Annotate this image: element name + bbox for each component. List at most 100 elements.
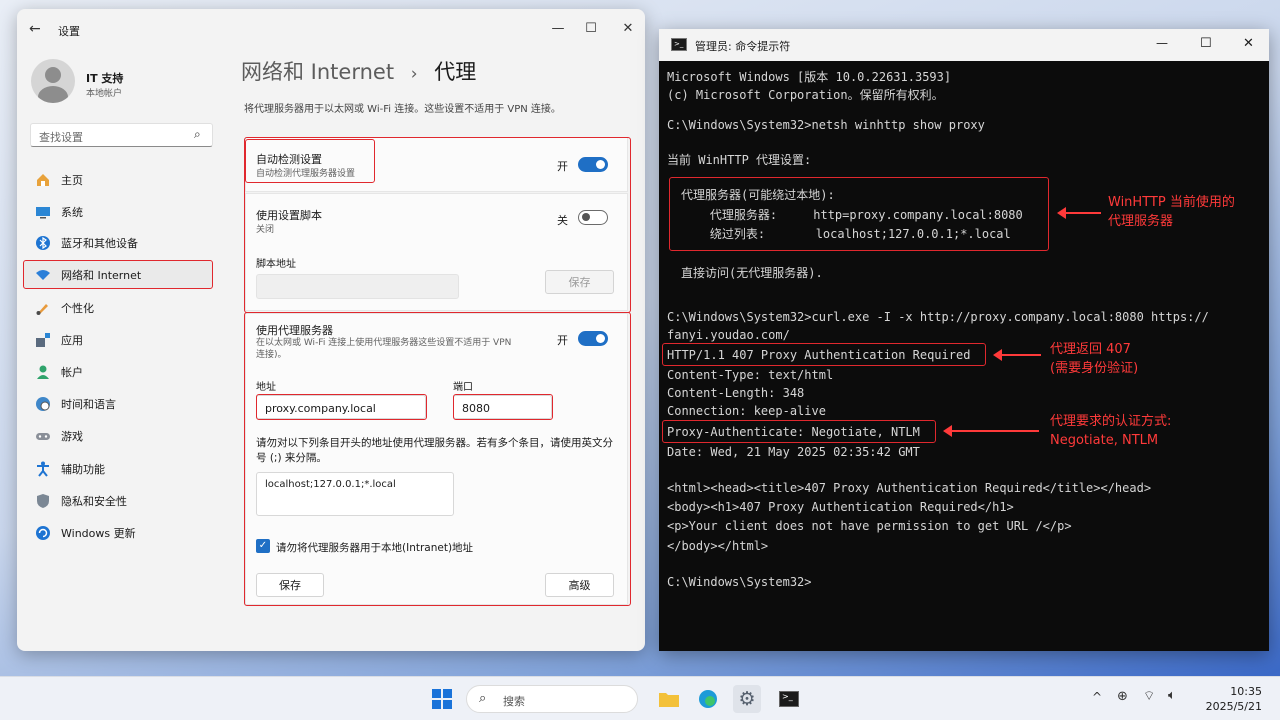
breadcrumb-separator: ›	[410, 64, 418, 84]
cmd-minimize-button[interactable]: —	[1156, 36, 1168, 50]
sidebar-item-personalization[interactable]: 个性化	[23, 294, 213, 322]
port-label: 端口	[453, 382, 473, 393]
edge-icon[interactable]	[694, 685, 722, 713]
sidebar-item-accessibility[interactable]: 辅助功能	[23, 455, 213, 483]
clock-time: 10:35	[1230, 685, 1262, 698]
person-icon	[35, 364, 51, 380]
local-bypass-checkbox[interactable]: ✓	[256, 539, 270, 553]
monitor-icon	[35, 204, 51, 220]
annotation-auth: 代理要求的认证方式: Negotiate, NTLM	[1050, 414, 1172, 448]
advanced-button[interactable]: 高级	[545, 573, 614, 597]
clock-date: 2025/5/21	[1205, 700, 1262, 713]
cmd-title: 管理员: 命令提示符	[695, 40, 791, 53]
console-line: HTTP/1.1 407 Proxy Authentication Requir…	[667, 348, 971, 362]
cmd-window: >_ 管理员: 命令提示符 — ☐ ✕ Microsoft Windows [版…	[659, 29, 1269, 651]
search-icon: ⌕	[479, 691, 487, 706]
cmd-icon: >_	[671, 38, 687, 51]
annotation-arrow	[1057, 207, 1101, 219]
setup-script-state: 关	[557, 214, 568, 227]
console-line: Connection: keep-alive	[667, 404, 826, 418]
sidebar-item-privacy[interactable]: 隐私和安全性	[23, 487, 213, 515]
script-address-input[interactable]	[256, 274, 459, 299]
sidebar-item-system[interactable]: 系统	[23, 198, 213, 226]
console-line: Date: Wed, 21 May 2025 02:35:42 GMT	[667, 445, 920, 459]
annotation-407: 代理返回 407 (需要身份验证)	[1050, 342, 1139, 376]
setup-script-title: 使用设置脚本	[256, 209, 322, 222]
settings-gear-icon[interactable]: ⚙	[733, 685, 761, 713]
cmd-titlebar: >_ 管理员: 命令提示符 — ☐ ✕	[659, 29, 1269, 61]
auto-detect-toggle[interactable]	[578, 157, 608, 172]
script-save-button[interactable]: 保存	[545, 270, 614, 294]
setup-script-toggle[interactable]	[578, 210, 608, 225]
console-line: 代理服务器(可能绕过本地):	[681, 188, 835, 202]
annotation-winhttp: WinHTTP 当前使用的 代理服务器	[1108, 195, 1235, 229]
manual-save-button[interactable]: 保存	[256, 573, 324, 597]
start-button[interactable]	[428, 685, 456, 713]
taskbar-search[interactable]: ⌕ 搜索	[466, 685, 638, 713]
cmd-close-button[interactable]: ✕	[1243, 36, 1254, 51]
exceptions-textarea[interactable]: localhost;127.0.0.1;*.local	[256, 472, 454, 516]
close-button[interactable]: ✕	[614, 17, 642, 39]
console-line: 直接访问(无代理服务器).	[681, 266, 823, 280]
console-line: (c) Microsoft Corporation。保留所有权利。	[667, 88, 944, 102]
address-input[interactable]: proxy.company.local	[256, 395, 426, 419]
sidebar-item-apps[interactable]: 应用	[23, 326, 213, 354]
console-line: 绕过列表: localhost;127.0.0.1;*.local	[681, 227, 1011, 241]
terminal-icon[interactable]: >_	[775, 685, 803, 713]
sidebar-item-network[interactable]: 网络和 Internet	[23, 261, 213, 289]
windows-logo-icon	[432, 689, 452, 709]
sidebar-item-label: 网络和 Internet	[61, 269, 142, 282]
avatar[interactable]	[31, 59, 75, 103]
sidebar-item-label: 系统	[61, 206, 83, 219]
console-line: <p>Your client does not have permission …	[667, 519, 1072, 533]
manual-proxy-subtitle: 在以太网或 Wi-Fi 连接上使用代理服务器这些设置不适用于 VPN 连接)。	[256, 338, 512, 360]
sidebar-item-label: 时间和语言	[61, 398, 116, 411]
breadcrumb-parent[interactable]: 网络和 Internet	[241, 60, 394, 84]
maximize-button[interactable]: ☐	[577, 17, 605, 39]
window-title: 设置	[58, 25, 80, 38]
shield-icon	[35, 493, 51, 509]
network-icon[interactable]: ⌔	[1143, 688, 1155, 704]
sidebar-item-gaming[interactable]: 游戏	[23, 422, 213, 450]
console-line: 代理服务器: http=proxy.company.local:8080	[681, 208, 1023, 222]
sidebar-item-time-language[interactable]: 时间和语言	[23, 390, 213, 418]
breadcrumb: 网络和 Internet › 代理	[241, 56, 476, 86]
minimize-button[interactable]: —	[544, 17, 572, 39]
sidebar-item-accounts[interactable]: 帐户	[23, 358, 213, 386]
search-input[interactable]: 查找设置 ⌕	[30, 123, 213, 147]
cmd-maximize-button[interactable]: ☐	[1200, 36, 1212, 51]
clock[interactable]: 10:35 2025/5/21	[1202, 684, 1262, 714]
sidebar-item-home[interactable]: 主页	[23, 166, 213, 194]
volume-icon[interactable]: 🔈︎	[1168, 688, 1176, 703]
bluetooth-icon	[35, 235, 51, 251]
search-icon: ⌕	[194, 127, 201, 141]
file-explorer-icon[interactable]	[655, 685, 683, 713]
console-line: C:\Windows\System32>curl.exe -I -x http:…	[667, 310, 1209, 324]
auto-detect-title: 自动检测设置	[256, 153, 322, 166]
sidebar-item-bluetooth[interactable]: 蓝牙和其他设备	[23, 229, 213, 257]
home-icon	[35, 172, 51, 188]
search-placeholder: 查找设置	[39, 131, 83, 144]
taskbar: ⌕ 搜索 ⚙ >_ ^ ⊕ ⌔ 🔈︎ 10:35 2025/5/21	[0, 676, 1280, 720]
page-description: 将代理服务器用于以太网或 Wi-Fi 连接。这些设置不适用于 VPN 连接。	[244, 104, 561, 115]
sidebar-item-label: 帐户	[61, 366, 83, 379]
language-globe-icon[interactable]: ⊕	[1117, 689, 1128, 704]
port-input[interactable]: 8080	[453, 395, 552, 419]
console-line: 当前 WinHTTP 代理设置:	[667, 153, 812, 167]
user-name: IT 支持	[86, 72, 124, 85]
taskbar-search-label: 搜索	[503, 695, 525, 708]
back-arrow-icon[interactable]: ←	[29, 21, 41, 37]
manual-proxy-toggle[interactable]	[578, 331, 608, 346]
console-line: Content-Type: text/html	[667, 368, 834, 382]
console-line: C:\Windows\System32>	[667, 575, 812, 589]
sidebar-item-label: Windows 更新	[61, 527, 136, 540]
sidebar-item-windows-update[interactable]: Windows 更新	[23, 519, 213, 547]
local-bypass-label: 请勿将代理服务器用于本地(Intranet)地址	[276, 542, 474, 554]
sidebar-item-label: 辅助功能	[61, 463, 105, 476]
wifi-icon	[35, 267, 51, 283]
console-line: Content-Length: 348	[667, 386, 805, 400]
chevron-up-icon[interactable]: ^	[1092, 690, 1102, 704]
address-label: 地址	[256, 382, 276, 393]
manual-proxy-state: 开	[557, 334, 568, 347]
auto-detect-state: 开	[557, 160, 568, 173]
